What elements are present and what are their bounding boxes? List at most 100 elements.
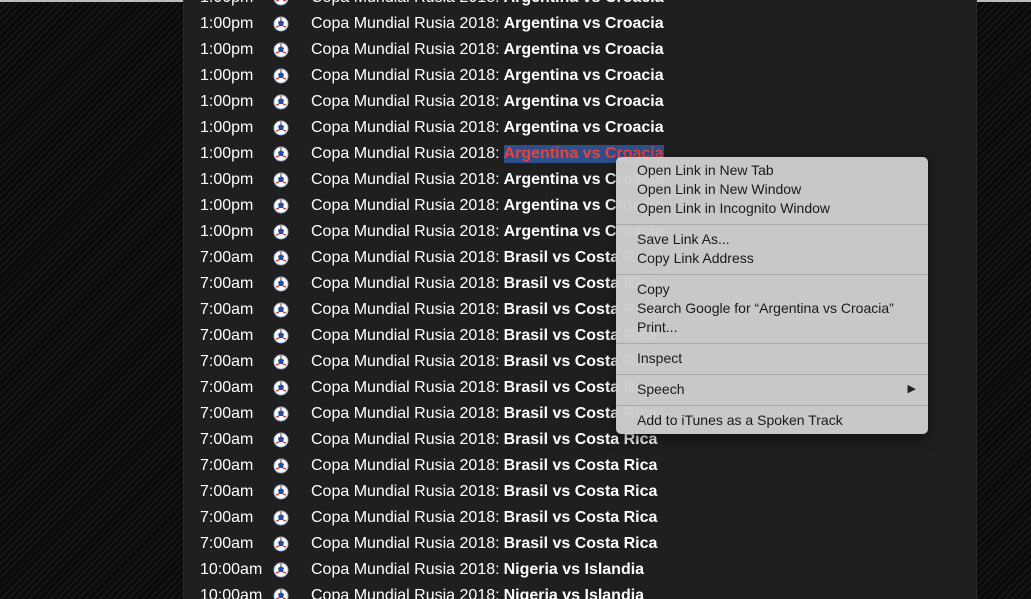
menu-item-open-link-in-incognito-window[interactable]: Open Link in Incognito Window — [616, 199, 928, 218]
match-link[interactable]: Argentina vs Croacia — [504, 15, 664, 33]
menu-item-label: Add to iTunes as a Spoken Track — [637, 412, 843, 428]
match-time: 1:00pm — [200, 197, 254, 214]
menu-item-speech[interactable]: Speech ▶ — [616, 380, 928, 399]
event-title: Copa Mundial Rusia 2018: — [311, 67, 500, 84]
menu-item-label: Inspect — [637, 350, 683, 366]
world-cup-ball-icon — [273, 94, 289, 110]
event-title: Copa Mundial Rusia 2018: — [311, 197, 500, 214]
event-title: Copa Mundial Rusia 2018: — [311, 561, 500, 578]
world-cup-ball-icon — [273, 484, 289, 500]
match-link[interactable]: Argentina vs Croacia — [504, 41, 664, 59]
event-title: Copa Mundial Rusia 2018: — [311, 509, 500, 526]
world-cup-ball-icon — [273, 432, 289, 448]
world-cup-ball-icon — [273, 120, 289, 136]
world-cup-ball-icon — [273, 562, 289, 578]
menu-item-label: Print... — [637, 319, 678, 335]
menu-separator — [616, 405, 928, 406]
match-link[interactable]: Argentina vs Croacia — [504, 0, 664, 7]
event-title: Copa Mundial Rusia 2018: — [311, 145, 500, 162]
match-link[interactable]: Nigeria vs Islandia — [504, 561, 645, 579]
match-time: 7:00am — [200, 483, 254, 500]
world-cup-ball-icon — [273, 172, 289, 188]
world-cup-ball-icon — [273, 250, 289, 266]
match-link[interactable]: Brasil vs Costa Rica — [504, 457, 658, 475]
event-title: Copa Mundial Rusia 2018: — [311, 41, 500, 58]
match-link[interactable]: Brasil vs Costa Rica — [504, 509, 658, 527]
match-time: 7:00am — [200, 509, 254, 526]
menu-separator — [616, 343, 928, 344]
match-time: 7:00am — [200, 275, 254, 292]
match-link[interactable]: Argentina vs Croacia — [504, 119, 664, 137]
event-title: Copa Mundial Rusia 2018: — [311, 405, 500, 422]
menu-item-open-link-in-new-tab[interactable]: Open Link in New Tab — [616, 161, 928, 180]
event-title: Copa Mundial Rusia 2018: — [311, 457, 500, 474]
schedule-row: 1:00pm Copa Mundial Rusia 2018:Argentina … — [184, 37, 976, 63]
menu-item-inspect[interactable]: Inspect — [616, 349, 928, 368]
event-title: Copa Mundial Rusia 2018: — [311, 275, 500, 292]
event-title: Copa Mundial Rusia 2018: — [311, 431, 500, 448]
match-time: 7:00am — [200, 353, 254, 370]
world-cup-ball-icon — [273, 458, 289, 474]
menu-item-open-link-in-new-window[interactable]: Open Link in New Window — [616, 180, 928, 199]
match-time: 1:00pm — [200, 15, 254, 32]
match-link[interactable]: Brasil vs Costa Rica — [504, 535, 658, 553]
menu-item-label: Speech — [637, 381, 685, 397]
match-time: 1:00pm — [200, 145, 254, 162]
match-time: 7:00am — [200, 327, 254, 344]
match-link[interactable]: Brasil vs Costa Rica — [504, 483, 658, 501]
match-link[interactable]: Argentina vs Croacia — [504, 67, 664, 85]
match-time: 7:00am — [200, 457, 254, 474]
world-cup-ball-icon — [273, 406, 289, 422]
match-link[interactable]: Argentina vs Croacia — [504, 93, 664, 111]
schedule-row: 7:00am Copa Mundial Rusia 2018: Brasil vs … — [184, 505, 976, 531]
world-cup-ball-icon — [273, 536, 289, 552]
world-cup-ball-icon — [273, 16, 289, 32]
menu-item-label: Open Link in New Tab — [637, 162, 774, 178]
world-cup-ball-icon — [273, 510, 289, 526]
match-time: 1:00pm — [200, 41, 254, 58]
match-time: 7:00am — [200, 301, 254, 318]
match-time: 7:00am — [200, 431, 254, 448]
match-time: 1:00pm — [200, 93, 254, 110]
event-title: Copa Mundial Rusia 2018: — [311, 327, 500, 344]
schedule-row: 7:00am Copa Mundial Rusia 2018: Brasil vs … — [184, 453, 976, 479]
event-title: Copa Mundial Rusia 2018: — [311, 483, 500, 500]
menu-separator — [616, 274, 928, 275]
menu-item-label: Open Link in New Window — [637, 181, 802, 197]
schedule-row: 7:00am Copa Mundial Rusia 2018: Brasil vs … — [184, 479, 976, 505]
menu-item-label: Open Link in Incognito Window — [637, 200, 830, 216]
match-link[interactable]: Nigeria vs Islandia — [504, 587, 645, 599]
schedule-row: 1:00pm Copa Mundial Rusia 2018:Argentina … — [184, 63, 976, 89]
world-cup-ball-icon — [273, 198, 289, 214]
world-cup-ball-icon — [273, 276, 289, 292]
schedule-row: 7:00am Copa Mundial Rusia 2018: Brasil vs … — [184, 531, 976, 557]
menu-item-print[interactable]: Print... — [616, 318, 928, 337]
event-title: Copa Mundial Rusia 2018: — [311, 0, 500, 7]
menu-item-search-google-for-argentina-vs-croacia[interactable]: Search Google for “Argentina vs Croacia” — [616, 299, 928, 318]
menu-separator — [616, 374, 928, 375]
menu-item-save-link-as[interactable]: Save Link As... — [616, 230, 928, 249]
event-title: Copa Mundial Rusia 2018: — [311, 535, 500, 552]
menu-item-copy-link-address[interactable]: Copy Link Address — [616, 249, 928, 268]
menu-item-add-to-itunes-as-a-spoken-track[interactable]: Add to iTunes as a Spoken Track — [616, 411, 928, 430]
menu-item-copy[interactable]: Copy — [616, 280, 928, 299]
world-cup-ball-icon — [273, 354, 289, 370]
match-time: 1:00pm — [200, 67, 254, 84]
world-cup-ball-icon — [273, 0, 289, 6]
event-title: Copa Mundial Rusia 2018: — [311, 301, 500, 318]
schedule-row: 10:00am Copa Mundial Rusia 2018: Nigeria v… — [184, 557, 976, 583]
world-cup-ball-icon — [273, 42, 289, 58]
match-time: 7:00am — [200, 535, 254, 552]
match-time: 10:00am — [200, 561, 263, 578]
submenu-arrow-icon: ▶ — [907, 383, 916, 395]
event-title: Copa Mundial Rusia 2018: — [311, 171, 500, 188]
schedule-row: 1:00pm Copa Mundial Rusia 2018:Argentina … — [184, 89, 976, 115]
schedule-row: 1:00pm Copa Mundial Rusia 2018:Argentina … — [184, 11, 976, 37]
schedule-row: 10:00am Copa Mundial Rusia 2018: Nigeria v… — [184, 583, 976, 599]
event-title: Copa Mundial Rusia 2018: — [311, 93, 500, 110]
event-title: Copa Mundial Rusia 2018: — [311, 119, 500, 136]
event-title: Copa Mundial Rusia 2018: — [311, 223, 500, 240]
match-time: 7:00am — [200, 405, 254, 422]
world-cup-ball-icon — [273, 302, 289, 318]
match-time: 10:00am — [200, 587, 263, 599]
